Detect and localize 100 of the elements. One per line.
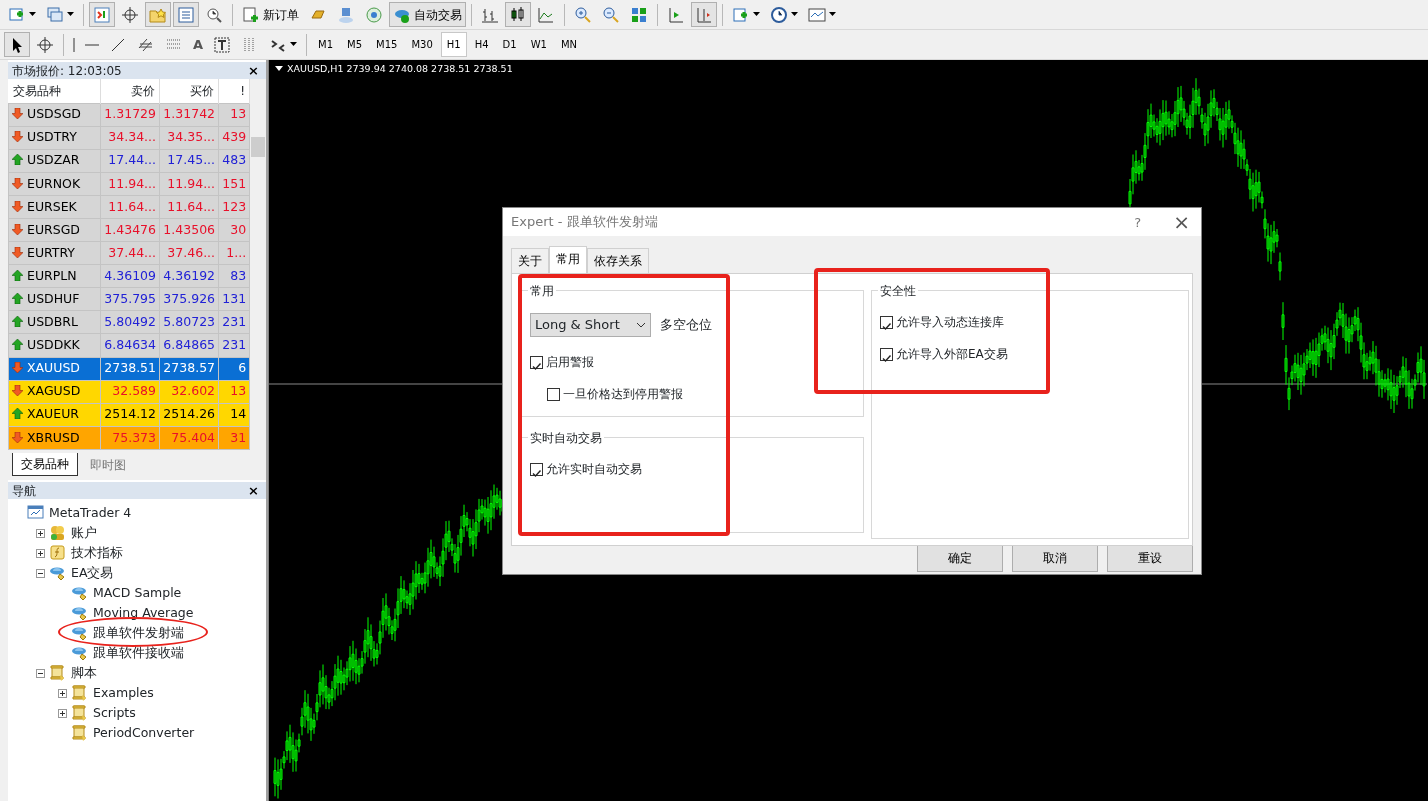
quote-row[interactable]: XAGUSD 32.589 32.602 13 [8, 380, 250, 404]
timeframe-button[interactable]: M30 [405, 32, 439, 57]
tree-item[interactable]: 脚本 [71, 663, 97, 683]
symbol-text: XBRUSD [27, 429, 80, 445]
tree-item[interactable]: 技术指标 [71, 543, 123, 563]
chart-shift-button[interactable] [691, 2, 717, 27]
column-header[interactable]: 买价 [159, 79, 219, 104]
tree-item[interactable]: Scripts [93, 703, 136, 723]
tree-item[interactable]: 跟单软件发射端 [93, 623, 184, 643]
scroll-thumb[interactable] [251, 137, 266, 157]
chevron-icon [635, 322, 646, 328]
bid-cell: 5.80492 [100, 310, 160, 334]
scrollbar[interactable] [250, 79, 266, 450]
folder-star-button[interactable] [145, 2, 171, 27]
checkbox[interactable] [530, 462, 543, 476]
people-icon [49, 524, 67, 542]
symbol-text: EURNOK [27, 175, 81, 191]
symbol-text: USDSGD [27, 106, 81, 122]
caret-icon [791, 12, 798, 17]
tree-item[interactable]: 跟单软件接收端 [93, 643, 184, 663]
panel-tab[interactable]: 交易品种 [12, 453, 78, 476]
market-watch-button[interactable] [89, 2, 115, 27]
quote-row[interactable]: XAUEUR 2514.12 2514.26 14 [8, 403, 250, 427]
panel-tab[interactable]: 即时图 [82, 454, 134, 476]
checkbox[interactable] [880, 315, 893, 329]
quote-row[interactable]: EURNOK 11.94... 11.94... 151 [8, 172, 250, 196]
close-button[interactable]: × [245, 64, 262, 77]
candlestick-button[interactable] [505, 2, 531, 27]
quote-row[interactable]: XBRUSD 75.373 75.404 31 [8, 426, 250, 450]
column-header[interactable]: ! [218, 79, 250, 104]
dialog-tab[interactable]: 依存关系 [587, 248, 649, 273]
dialog-button[interactable]: 取消 [1012, 544, 1098, 572]
collapse-icon[interactable] [36, 668, 45, 678]
quote-row[interactable]: EURSGD 1.43476 1.43506 30 [8, 218, 250, 242]
tree-item[interactable]: MetaTrader 4 [49, 503, 132, 523]
ask-cell: 375.926 [159, 287, 219, 311]
timeframe-button[interactable]: M15 [370, 32, 404, 57]
column-header[interactable]: 交易品种 [8, 79, 101, 104]
timeframe-button[interactable]: M5 [341, 32, 369, 57]
checkbox[interactable] [547, 387, 560, 401]
new-order-button[interactable]: 新订单 [238, 2, 303, 27]
tree-item[interactable]: 账户 [71, 523, 97, 543]
bid-cell: 37.44... [100, 241, 160, 265]
field-label: 多空仓位 [659, 315, 712, 334]
checkbox[interactable] [880, 347, 893, 361]
line-chart-icon [537, 5, 555, 24]
timeframe-button[interactable]: H1 [440, 32, 467, 57]
quote-row[interactable]: EURSEK 11.64... 11.64... 123 [8, 195, 250, 219]
ask-cell: 17.45... [159, 149, 219, 173]
quote-row[interactable]: USDHUF 375.795 375.926 131 [8, 287, 250, 311]
dialog-button[interactable]: 重设 [1107, 544, 1193, 572]
spread-cell: 14 [218, 403, 250, 427]
checkbox[interactable] [530, 355, 543, 369]
terminal-window-icon [27, 504, 45, 522]
cursor-arrow-button[interactable] [4, 32, 30, 57]
quote-row[interactable]: XAUUSD 2738.51 2738.57 6 [8, 357, 250, 381]
collapse-icon[interactable] [36, 568, 45, 578]
quote-row[interactable]: USDSGD 1.31729 1.31742 13 [8, 103, 250, 127]
signal-icon [365, 5, 383, 24]
bid-cell: 2738.51 [100, 357, 160, 381]
symbol-text: EURTRY [27, 244, 75, 260]
quote-row[interactable]: USDBRL 5.80492 5.80723 231 [8, 310, 250, 334]
quote-row[interactable]: USDZAR 17.44... 17.45... 483 [8, 149, 250, 173]
quote-row[interactable]: EURTRY 37.44... 37.46... 1... [8, 241, 250, 265]
quote-row[interactable]: USDTRY 34.34... 34.35... 439 [8, 126, 250, 150]
new-chart-icon [8, 5, 26, 24]
expand-icon[interactable] [58, 688, 67, 698]
auto-trading-button[interactable]: 自动交易 [389, 2, 466, 27]
terminal-button[interactable] [173, 2, 199, 27]
clock-icon [770, 5, 788, 24]
help-button[interactable]: ? [1131, 215, 1145, 229]
tree-item[interactable]: Examples [93, 683, 154, 703]
caret-icon[interactable] [275, 66, 283, 73]
tree-item[interactable]: PeriodConverter [93, 723, 195, 743]
group-title: 常用 [528, 282, 556, 300]
tree-item[interactable]: EA交易 [71, 563, 114, 583]
close-button[interactable]: × [245, 484, 262, 497]
timeframe-button[interactable]: MN [554, 32, 583, 57]
tree-item[interactable]: MACD Sample [93, 583, 182, 603]
timeframe-button[interactable]: M1 [312, 32, 340, 57]
expand-icon[interactable] [36, 528, 45, 538]
spread-cell: 483 [218, 149, 250, 173]
spread-cell: 1... [218, 241, 250, 265]
text-tool-button[interactable]: A [189, 32, 208, 57]
dialog-button[interactable]: 确定 [917, 544, 1003, 572]
quote-row[interactable]: EURPLN 4.36109 4.36192 83 [8, 264, 250, 288]
tree-item[interactable]: Moving Average [93, 603, 194, 623]
column-header[interactable]: 卖价 [100, 79, 160, 104]
timeframe-button[interactable]: H4 [468, 32, 495, 57]
expand-icon[interactable] [36, 548, 45, 558]
zoom-out-icon [602, 5, 620, 24]
quote-row[interactable]: USDDKK 6.84634 6.84865 231 [8, 333, 250, 358]
bid-cell: 6.84634 [100, 333, 160, 358]
dropdown[interactable]: Long & Short [530, 313, 651, 337]
expand-icon[interactable] [58, 708, 67, 718]
close-button[interactable]: × [1170, 212, 1193, 232]
dialog-tab[interactable]: 关于 [511, 248, 549, 273]
timeframe-button[interactable]: W1 [524, 32, 553, 57]
timeframe-button[interactable]: D1 [496, 32, 523, 57]
dialog-tab[interactable]: 常用 [549, 246, 587, 273]
